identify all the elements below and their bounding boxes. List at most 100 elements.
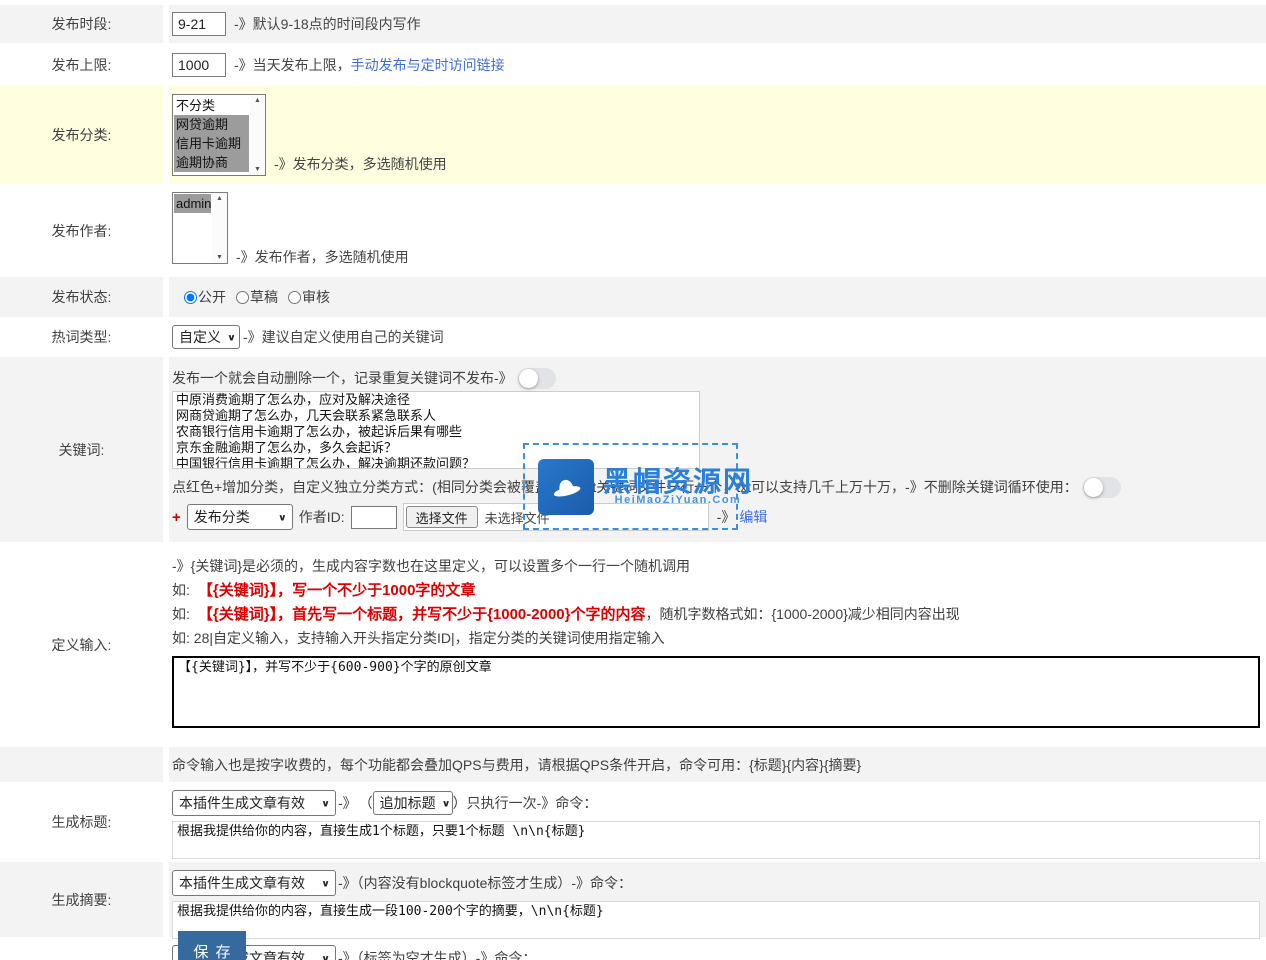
example-red-text: 【{关键词}】，写一个不少于1000字的文章 <box>198 582 476 599</box>
scroll-up-icon[interactable]: ▲ <box>254 97 261 104</box>
publish-author-multiselect[interactable]: admin ▲ ▼ <box>172 192 228 264</box>
chevron-down-icon: ∨ <box>436 797 451 808</box>
generate-title-label: 生成标题: <box>52 812 112 832</box>
publish-limit-input[interactable] <box>172 53 226 77</box>
select-value: 追加标题 <box>380 793 436 813</box>
define-input-textarea[interactable]: 【{关键词}】，并写不少于{600-900}个字的原创文章 <box>172 656 1260 728</box>
publish-category-hint: -》发布分类，多选随机使用 <box>274 154 447 174</box>
row-hotword-type: 热词类型: 自定义 ∨ -》建议自定义使用自己的关键词 <box>0 317 1266 357</box>
define-input-line2: 如: 【{关键词}】，写一个不少于1000字的文章 <box>172 578 1266 602</box>
row-publish-status: 发布状态: 公开 草稿 审核 <box>0 277 1266 317</box>
multiselect-options: 不分类 网贷逾期 信用卡逾期 逾期协商 <box>173 95 250 175</box>
keywords-textarea[interactable]: 中原消费逾期了怎么办，应对及解决途径 网商贷逾期了怎么办，几天会联系紧急联系人 … <box>172 391 700 469</box>
radio-status-review[interactable]: 审核 <box>288 287 330 307</box>
radio-input-draft[interactable] <box>236 291 249 304</box>
title-scope-select[interactable]: 本插件生成文章有效 ∨ <box>172 790 336 816</box>
define-input-line3: 如: 【{关键词}】，首先写一个标题，并写不少于{1000-2000}个字的内容，… <box>172 602 1266 626</box>
multiselect-option[interactable]: 逾期协商 <box>174 153 249 172</box>
select-value: 自定义 <box>179 327 221 347</box>
hotword-type-select[interactable]: 自定义 ∨ <box>172 325 240 349</box>
row-keywords: 关键词: 发布一个就会自动删除一个，记录重复关键词不发布-》 中原消费逾期了怎么… <box>0 357 1266 542</box>
publish-author-label: 发布作者: <box>52 221 112 241</box>
row-generate-title: 生成标题: 本插件生成文章有效 ∨ -》 （ 追加标题 ∨ ） 只执行一次-》命… <box>0 782 1266 862</box>
scrollbar[interactable]: ▲ ▼ <box>212 193 227 263</box>
summary-scope-select[interactable]: 本插件生成文章有效 ∨ <box>172 870 336 896</box>
generate-title-textarea[interactable]: 根据我提供给你的内容，直接生成1个标题，只要1个标题 \n\n{标题} <box>172 821 1260 859</box>
file-status-text: 未选择文件 <box>485 508 550 527</box>
loop-keywords-toggle[interactable] <box>1083 477 1121 498</box>
row-command-note: 命令输入也是按字收费的，每个功能都会叠加QPS与费用，请根据QPS条件开启，命令… <box>0 747 1266 782</box>
plugin-settings-page: 发布时段: -》默认9-18点的时间段内写作 发布上限: -》当天发布上限， 手… <box>0 0 1266 960</box>
manual-publish-link[interactable]: 手动发布与定时访问链接 <box>351 55 505 75</box>
chevron-down-icon: ∨ <box>315 952 330 960</box>
keyword-file-input[interactable]: 选择文件 未选择文件 <box>403 503 709 531</box>
radio-label: 草稿 <box>250 287 278 307</box>
radio-label: 公开 <box>198 287 226 307</box>
row-publish-category: 发布分类: 不分类 网贷逾期 信用卡逾期 逾期协商 ▲ ▼ -》发布分类，多选随… <box>0 86 1266 184</box>
multiselect-option[interactable]: 不分类 <box>174 96 249 115</box>
publish-category-multiselect[interactable]: 不分类 网贷逾期 信用卡逾期 逾期协商 ▲ ▼ <box>172 94 266 176</box>
chevron-down-icon: ∨ <box>315 877 330 888</box>
dedupe-toggle-text: 发布一个就会自动删除一个，记录重复关键词不发布-》 <box>172 368 513 388</box>
title-mode-select[interactable]: 追加标题 ∨ <box>373 791 453 815</box>
define-input-line4: 如: 28|自定义输入，支持输入开头指定分类ID|，指定分类的关键词使用指定输入 <box>172 626 1266 650</box>
example-prefix: 如: <box>172 606 190 622</box>
row-publish-author: 发布作者: admin ▲ ▼ -》发布作者，多选随机使用 <box>0 184 1266 277</box>
row-publish-limit: 发布上限: -》当天发布上限， 手动发布与定时访问链接 <box>0 43 1266 86</box>
choose-file-button[interactable]: 选择文件 <box>406 506 478 528</box>
publish-author-hint: -》发布作者，多选随机使用 <box>236 247 409 267</box>
hotword-type-label: 热词类型: <box>52 327 112 347</box>
define-input-label: 定义输入: <box>52 635 112 655</box>
multiselect-option[interactable]: admin <box>174 194 211 213</box>
select-value: 本插件生成文章有效 <box>179 793 305 813</box>
publish-limit-label: 发布上限: <box>52 55 112 75</box>
generate-summary-hint: -》（内容没有blockquote标签才生成）-》命令： <box>338 873 632 893</box>
edit-arrow-text: -》 <box>717 507 736 527</box>
multiselect-options: admin <box>173 193 212 263</box>
save-button[interactable]: 保存 <box>178 931 246 960</box>
publish-time-hint: -》默认9-18点的时间段内写作 <box>234 14 421 34</box>
keywords-note-text: 点红色+增加分类，自定义独立分类方式：(相同分类会被覆盖)上传txt关键词文件一… <box>172 477 1078 497</box>
generate-tags-hint: -》（标签为空才生成）-》命令： <box>338 948 536 960</box>
scroll-down-icon[interactable]: ▼ <box>216 254 223 261</box>
radio-status-public[interactable]: 公开 <box>184 287 226 307</box>
author-id-label: 作者ID: <box>299 507 345 527</box>
paren-text: ） <box>453 793 467 813</box>
paren-text: （ <box>359 793 373 813</box>
add-category-button[interactable]: + <box>172 509 181 526</box>
chevron-down-icon: ∨ <box>221 331 236 342</box>
hotword-type-hint: -》建议自定义使用自己的关键词 <box>243 327 444 347</box>
publish-time-label: 发布时段: <box>52 14 112 34</box>
radio-status-draft[interactable]: 草稿 <box>236 287 278 307</box>
row-define-input: 定义输入: -》{关键词}是必须的，生成内容字数也在这里定义，可以设置多个一行一… <box>0 542 1266 747</box>
edit-link[interactable]: 编辑 <box>739 507 767 527</box>
select-value: 发布分类 <box>194 507 250 527</box>
example-prefix: 如: <box>172 582 190 598</box>
keywords-label: 关键词: <box>59 440 105 460</box>
radio-input-public[interactable] <box>184 291 197 304</box>
publish-limit-hint: -》当天发布上限， <box>234 55 351 75</box>
row-publish-time: 发布时段: -》默认9-18点的时间段内写作 <box>0 5 1266 43</box>
define-input-line1: -》{关键词}是必须的，生成内容字数也在这里定义，可以设置多个一行一个随机调用 <box>172 554 1266 578</box>
select-value: 本插件生成文章有效 <box>179 873 305 893</box>
dedupe-toggle[interactable] <box>518 368 556 389</box>
arrow-text: -》 <box>338 793 357 813</box>
author-id-input[interactable] <box>351 506 397 529</box>
scrollbar[interactable]: ▲ ▼ <box>250 95 265 175</box>
generate-summary-label: 生成摘要: <box>52 890 112 910</box>
publish-time-input[interactable] <box>172 12 226 36</box>
keyword-category-select[interactable]: 发布分类 ∨ <box>187 504 293 530</box>
radio-label: 审核 <box>302 287 330 307</box>
scroll-down-icon[interactable]: ▼ <box>254 166 261 173</box>
chevron-down-icon: ∨ <box>315 797 330 808</box>
example-red-text: 【{关键词}】，首先写一个标题，并写不少于{1000-2000}个字的内容 <box>198 606 646 623</box>
publish-status-label: 发布状态: <box>52 287 112 307</box>
generate-title-hint: 只执行一次-》命令： <box>467 793 598 813</box>
generate-summary-textarea[interactable]: 根据我提供给你的内容，直接生成一段100-200个字的摘要，\n\n{标题} <box>172 901 1260 939</box>
scroll-up-icon[interactable]: ▲ <box>216 195 223 202</box>
multiselect-option[interactable]: 网贷逾期 <box>174 115 249 134</box>
multiselect-option[interactable]: 信用卡逾期 <box>174 134 249 153</box>
command-note-text: 命令输入也是按字收费的，每个功能都会叠加QPS与费用，请根据QPS条件开启，命令… <box>172 755 861 775</box>
radio-input-review[interactable] <box>288 291 301 304</box>
example-rest-text: ，随机字数格式如：{1000-2000}减少相同内容出现 <box>645 606 959 622</box>
